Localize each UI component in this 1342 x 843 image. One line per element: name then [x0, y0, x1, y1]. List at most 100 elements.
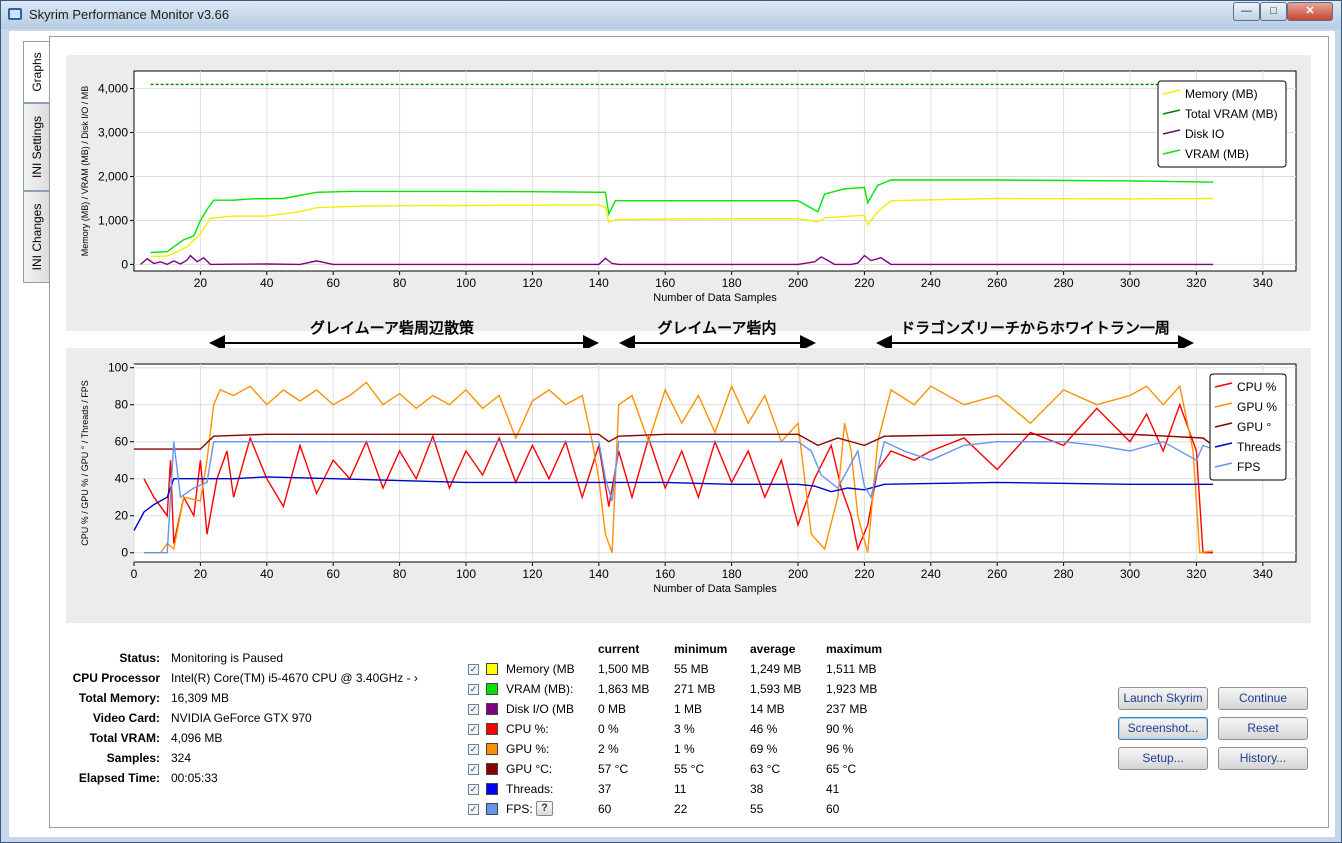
x-tick-label: 200: [788, 276, 808, 290]
x-tick-label: 120: [522, 276, 542, 290]
series-label: VRAM (MB):: [506, 682, 574, 696]
stat-value: 271 MB: [674, 682, 716, 696]
stat-value: 1,249 MB: [750, 662, 802, 676]
x-axis-label: Number of Data Samples: [653, 292, 777, 304]
x-tick-label: 60: [327, 567, 341, 581]
y-axis-label: CPU % / GPU % / GPU ° / Threads / FPS: [80, 380, 90, 545]
y-tick-label: 0: [121, 257, 128, 271]
y-tick-label: 40: [115, 472, 129, 486]
series-checkbox[interactable]: ✓: [468, 704, 479, 715]
info-value: NVIDIA GeForce GTX 970: [171, 711, 312, 725]
x-tick-label: 300: [1120, 567, 1140, 581]
info-label: Total VRAM:: [89, 731, 160, 745]
x-tick-label: 180: [722, 276, 742, 290]
maximize-button[interactable]: □: [1260, 2, 1287, 21]
info-label: Total Memory:: [78, 691, 160, 705]
x-tick-label: 20: [194, 567, 208, 581]
stat-value: 41: [826, 782, 840, 796]
stat-value: 1,511 MB: [826, 662, 877, 676]
fps-help-button[interactable]: ?: [536, 801, 553, 816]
x-tick-label: 320: [1186, 276, 1206, 290]
x-tick-label: 100: [456, 276, 476, 290]
x-tick-label: 240: [921, 276, 941, 290]
y-tick-label: 60: [115, 435, 129, 449]
chart-svg: 20 40 60 80 100 120 140 160 180 200 220 240 260 280 30…: [80, 70, 1297, 304]
x-axis-label: Number of Data Samples: [653, 583, 777, 595]
series-label: GPU °C:: [506, 762, 553, 776]
stat-value: 55 MB: [674, 662, 709, 676]
series-label: GPU %:: [506, 742, 550, 756]
info-value: 16,309 MB: [171, 691, 230, 705]
series-label: Memory (MB: [506, 662, 575, 676]
history-button[interactable]: History...: [1218, 747, 1308, 770]
x-tick-label: 20: [194, 276, 208, 290]
x-tick-label: 260: [987, 567, 1007, 581]
series-label: Disk I/O (MB: [506, 702, 574, 716]
y-tick-label: 2,000: [98, 169, 128, 183]
x-tick-label: 300: [1120, 276, 1140, 290]
minimize-button[interactable]: —: [1233, 2, 1260, 21]
tab-graphs[interactable]: Graphs: [23, 41, 50, 103]
x-tick-label: 340: [1253, 567, 1273, 581]
launch-skyrim-button[interactable]: Launch Skyrim: [1118, 687, 1208, 710]
series-checkbox[interactable]: ✓: [468, 784, 479, 795]
x-tick-label: 340: [1253, 276, 1273, 290]
series-checkbox[interactable]: ✓: [468, 664, 479, 675]
stat-value: 14 MB: [750, 702, 785, 716]
series-label: CPU %:: [506, 722, 549, 736]
cpu-chart: 0 20 40 60 80 100 120 140 160 180 200 220 240 260 280 3…: [66, 348, 1311, 623]
stats-header: maximum: [826, 642, 883, 656]
info-label: Video Card:: [92, 711, 160, 725]
stat-value: 1,863 MB: [598, 682, 650, 696]
info-value: 00:05:33: [171, 771, 218, 785]
x-tick-label: 220: [854, 276, 874, 290]
continue-button[interactable]: Continue: [1218, 687, 1308, 710]
series-label: Threads:: [506, 782, 554, 796]
title-bar[interactable]: Skyrim Performance Monitor v3.66 — □ ✕: [1, 1, 1341, 29]
plot-area: [133, 70, 1297, 272]
series-checkbox[interactable]: ✓: [468, 724, 479, 735]
x-tick-label: 160: [655, 276, 675, 290]
x-tick-label: 100: [456, 567, 476, 581]
series-checkbox[interactable]: ✓: [468, 764, 479, 775]
chart-svg: 0 20 40 60 80 100 120 140 160 180 200 220 240 260 280 3…: [80, 361, 1297, 595]
info-label: CPU Processor: [72, 671, 160, 685]
x-tick-label: 60: [327, 276, 341, 290]
series-checkbox[interactable]: ✓: [468, 744, 479, 755]
x-tick-label: 40: [260, 567, 274, 581]
x-tick-label: 120: [522, 567, 542, 581]
y-tick-label: 4,000: [98, 82, 128, 96]
legend-label: GPU °: [1237, 420, 1271, 434]
y-tick-label: 1,000: [98, 213, 128, 227]
x-tick-label: 140: [589, 276, 609, 290]
y-tick-label: 100: [108, 361, 128, 375]
annotation-label-3: ドラゴンズリーチからホワイトラン一周: [900, 319, 1170, 337]
tab-ini-changes-label: INI Changes: [29, 203, 44, 271]
series-label: FPS:: [506, 802, 533, 816]
tab-ini-changes[interactable]: INI Changes: [23, 191, 50, 283]
stat-value: 1,923 MB: [826, 682, 878, 696]
x-tick-label: 260: [987, 276, 1007, 290]
x-tick-label: 140: [589, 567, 609, 581]
legend-label: VRAM (MB): [1185, 147, 1249, 161]
reset-button[interactable]: Reset: [1218, 717, 1308, 740]
x-tick-label: 80: [393, 276, 407, 290]
info-label: Elapsed Time:: [78, 771, 160, 785]
legend-label: Total VRAM (MB): [1185, 107, 1278, 121]
stat-value: 3 %: [674, 722, 695, 736]
screenshot-button[interactable]: Screenshot...: [1118, 717, 1208, 740]
x-tick-label: 220: [854, 567, 874, 581]
memory-chart: 20 40 60 80 100 120 140 160 180 200 220 240 260 280 30…: [66, 55, 1311, 331]
info-label: Status:: [119, 651, 160, 665]
stats-header: current: [598, 642, 640, 656]
close-button[interactable]: ✕: [1287, 2, 1333, 21]
series-checkbox[interactable]: ✓: [468, 684, 479, 695]
stat-value: 0 MB: [598, 702, 627, 716]
stat-value: 63 °C: [750, 762, 781, 776]
series-checkbox[interactable]: ✓: [468, 804, 479, 815]
tab-ini-settings[interactable]: INI Settings: [23, 103, 50, 191]
setup-button[interactable]: Setup...: [1118, 747, 1208, 770]
info-value: 324: [171, 751, 192, 765]
x-tick-label: 280: [1054, 567, 1074, 581]
legend-label: GPU %: [1237, 400, 1277, 414]
